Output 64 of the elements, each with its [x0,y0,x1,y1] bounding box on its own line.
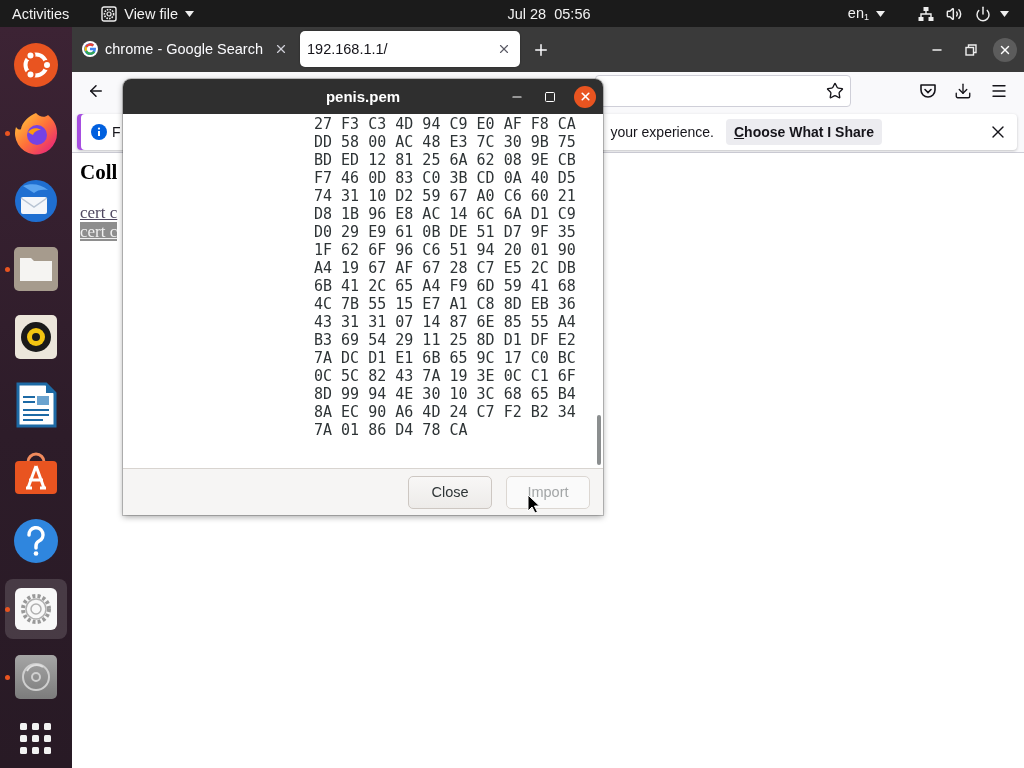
page-heading: Coll [80,160,118,184]
maximize-icon[interactable] [544,90,556,103]
hex-line: 7A 01 86 D4 78 CA [314,421,468,439]
url-field[interactable] [595,75,851,107]
star-icon[interactable] [826,82,844,100]
restore-icon[interactable] [965,43,977,56]
hex-line: BD ED 12 81 25 6A 62 08 9E CB [314,151,576,169]
close-icon[interactable] [497,42,511,56]
notification-text: your experience. [610,124,714,140]
mail-icon [13,178,59,224]
hex-line: 0C 5C 82 43 7A 19 3E 0C C1 6F [314,367,576,385]
gear-icon [13,586,59,632]
hex-line: 6B 41 2C 65 A4 F9 6D 59 41 68 [314,277,576,295]
close-button[interactable]: Close [408,475,492,509]
hex-line: DD 58 00 AC 48 E3 7C 30 9B 75 [314,133,576,151]
hex-line: F7 46 0D 83 C0 3B CD 0A 40 D5 [314,169,576,187]
volume-icon[interactable] [946,5,962,22]
caret-icon [1000,10,1009,17]
ring-logo-icon [13,42,59,88]
hex-line: D8 1B 96 E8 AC 14 6C 6A D1 C9 [314,205,576,223]
app-menu-button[interactable]: View file [101,2,194,25]
hex-line: A4 19 67 AF 67 28 C7 E5 2C DB [314,259,576,277]
input-source-button[interactable]: en$_{1}$ [847,2,885,25]
hex-line: 7A DC D1 E1 6B 65 9C 17 C0 BC [314,349,576,367]
hex-line: 74 31 10 D2 59 67 A0 C6 60 21 [314,187,576,205]
browser-icon [13,110,59,156]
caret-icon [184,10,194,17]
activities-button[interactable]: Activities [12,2,70,25]
choose-what-i-share-button[interactable]: Choose What I Share [725,119,882,145]
caret-icon [876,10,885,17]
dock-item[interactable] [5,579,67,639]
info-icon [91,124,107,140]
hex-line: 8D 99 94 4E 30 10 3C 68 65 B4 [314,385,576,403]
hex-line: B3 69 54 29 11 25 8D D1 DF E2 [314,331,576,349]
window-close-button[interactable] [993,37,1017,62]
download-icon[interactable] [954,82,972,100]
scrollbar-thumb[interactable] [597,415,601,465]
g-letter-icon [82,41,98,57]
pocket-icon[interactable] [919,82,937,100]
help-icon [13,518,59,564]
browser-tab[interactable]: chrome - Google Search [78,31,297,67]
close-icon [578,90,592,103]
hex-line: D0 29 E9 61 0B DE 51 D7 9F 35 [314,223,576,241]
folder-icon [13,246,59,292]
hex-line: 27 F3 C3 4D 94 C9 E0 AF F8 CA [314,115,576,133]
notification-text: F [112,124,121,140]
dialog-title: penis.pem [325,88,401,105]
hex-line: 8A EC 90 A6 4D 24 C7 F2 B2 34 [314,403,576,421]
hex-line: 4C 7B 55 15 E7 A1 C8 8D EB 36 [314,295,576,313]
clock-button[interactable]: Jul 28 05:56 [507,2,591,25]
back-icon[interactable] [87,82,105,100]
shopping-bag-icon [13,450,59,496]
network-icon[interactable] [918,5,934,22]
dialog-close-button[interactable] [574,85,596,108]
gear-icon [101,5,118,22]
menu-icon[interactable] [990,82,1008,100]
power-icon[interactable] [975,5,991,22]
close-icon[interactable] [274,42,288,56]
speaker-icon [13,314,59,360]
hex-line: 43 31 31 07 14 87 6E 85 55 A4 [314,313,576,331]
page-link[interactable]: cert c [80,203,118,222]
app-grid-icon [20,723,52,755]
hex-line: 1F 62 6F 96 C6 51 94 20 01 90 [314,241,576,259]
browser-tab[interactable]: 192.168.1.1/ [300,31,520,67]
